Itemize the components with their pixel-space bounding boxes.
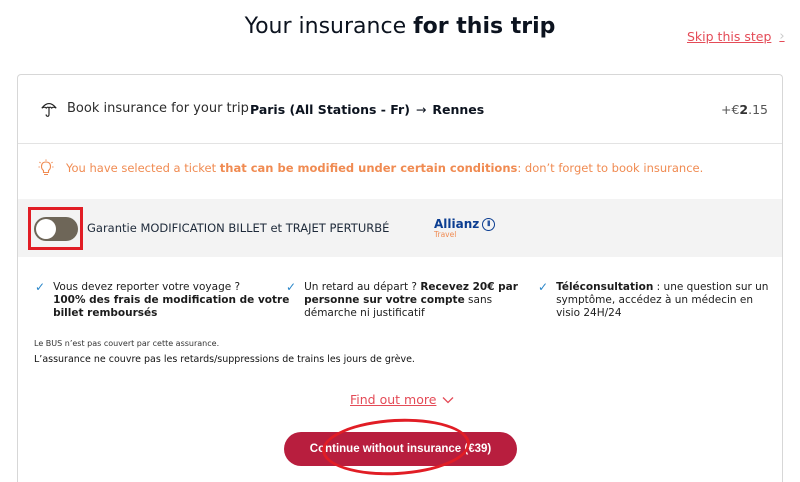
feature-1-text: Vous devez reporter votre voyage ? 100% …: [53, 281, 289, 320]
find-out-more-label: Find out more: [350, 392, 437, 407]
page-title: Your insurance for this trip: [0, 14, 800, 39]
route-origin: Paris (All Stations - Fr): [250, 102, 410, 117]
allianz-mark-icon: ⦀: [482, 217, 496, 231]
route-destination: Rennes: [432, 102, 485, 117]
warning-text: You have selected a ticket that can be m…: [66, 161, 703, 175]
strikes-note: L’assurance ne couvre pas les retards/su…: [34, 354, 415, 365]
feature-3-line2: symptôme, accédez à un médecin en: [556, 294, 753, 306]
feature-2: ✓ Un retard au départ ? Recevez 20€ par …: [286, 281, 518, 320]
price-prefix: +€: [720, 102, 740, 117]
feature-2-line2-end: sans: [464, 294, 493, 306]
book-insurance-label: Book insurance for your trip: [67, 101, 249, 116]
check-icon: ✓: [35, 280, 46, 294]
feature-1-line3: billet remboursés: [53, 307, 158, 319]
allianz-logo: Allianz ⦀ Travel: [434, 217, 496, 239]
price-cents: .15: [748, 102, 768, 117]
feature-3-line3: visio 24H/24: [556, 307, 622, 319]
insurance-card: Book insurance for your trip Paris (All …: [17, 74, 783, 482]
umbrella-icon: [41, 103, 57, 117]
skip-step-label: Skip this step: [687, 29, 772, 44]
feature-1-line2: 100% des frais de modification de votre: [53, 294, 290, 306]
allianz-name: Allianz: [434, 217, 480, 231]
card-header: Book insurance for your trip Paris (All …: [18, 75, 782, 144]
trip-route: Paris (All Stations - Fr) → Rennes: [250, 102, 484, 117]
feature-2-text: Un retard au départ ? Recevez 20€ par pe…: [304, 281, 518, 320]
feature-2-line2-bold: personne sur votre compte: [304, 294, 465, 306]
feature-1: ✓ Vous devez reporter votre voyage ? 100…: [35, 281, 289, 320]
feature-2-line1-bold: Recevez 20€ par: [420, 281, 518, 293]
product-name: Garantie MODIFICATION BILLET et TRAJET P…: [87, 221, 390, 235]
find-out-more-link[interactable]: Find out more: [350, 392, 454, 407]
price-main: 2: [739, 102, 749, 117]
modification-warning: You have selected a ticket that can be m…: [38, 159, 703, 177]
feature-2-line1-start: Un retard au départ ?: [304, 281, 421, 293]
feature-3-line1-bold: Téléconsultation: [556, 281, 654, 293]
feature-3-line1-end: : une question sur un: [653, 281, 769, 293]
warning-bold: that can be modified under certain condi…: [219, 161, 518, 175]
check-icon: ✓: [538, 280, 549, 294]
warning-start: You have selected a ticket: [66, 161, 220, 175]
feature-2-line3: démarche ni justificatif: [304, 307, 425, 319]
warning-end: : don’t forget to book insurance.: [517, 161, 704, 175]
allianz-brand: Allianz ⦀: [434, 217, 496, 231]
title-prefix: Your insurance: [244, 14, 414, 39]
check-icon: ✓: [286, 280, 297, 294]
lightbulb-icon: [38, 159, 54, 176]
bus-note: Le BUS n’est pas couvert par cette assur…: [34, 339, 220, 348]
toggle-annotation-box: [28, 207, 83, 250]
chevron-down-icon: [442, 396, 454, 403]
skip-step-link[interactable]: Skip this step ›: [687, 29, 785, 44]
chevron-right-icon: ›: [779, 29, 785, 44]
insurance-toggle[interactable]: [33, 216, 78, 241]
feature-3-text: Téléconsultation : une question sur un s…: [556, 281, 768, 320]
title-bold: for this trip: [413, 14, 556, 39]
product-bar: Garantie MODIFICATION BILLET et TRAJET P…: [18, 199, 782, 257]
feature-3: ✓ Téléconsultation : une question sur un…: [538, 281, 768, 320]
insurance-price: +€2.15: [721, 102, 768, 117]
continue-without-insurance-button[interactable]: Continue without insurance (€39): [284, 432, 517, 466]
toggle-knob: [35, 218, 56, 239]
route-arrow: →: [415, 102, 427, 117]
feature-1-line1: Vous devez reporter votre voyage ?: [53, 281, 241, 293]
allianz-travel: Travel: [434, 230, 457, 239]
